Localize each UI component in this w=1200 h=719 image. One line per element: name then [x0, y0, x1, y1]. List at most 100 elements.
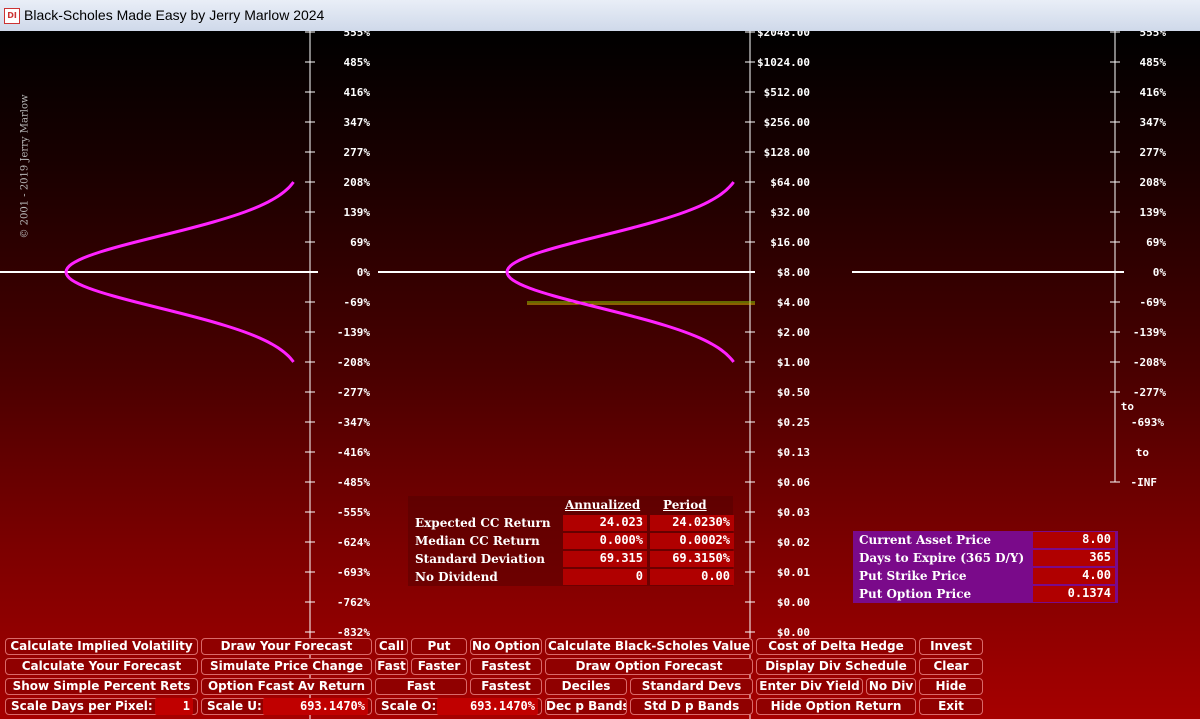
input-label-asset-price: Current Asset Price [859, 533, 992, 547]
input-label-option-price: Put Option Price [859, 587, 972, 601]
clear-button[interactable]: Clear [919, 658, 983, 675]
stat-label: Standard Deviation [415, 552, 545, 566]
option-fast-button[interactable]: Fast [375, 678, 467, 695]
middle-axis-tick-label: $2048.00 [757, 31, 810, 39]
deciles-button[interactable]: Deciles [545, 678, 627, 695]
right-axis-tick-label: to [1121, 400, 1135, 413]
dec-p-bands-button[interactable]: Dec p Bands [545, 698, 627, 715]
middle-axis-tick-label: $1.00 [777, 356, 810, 369]
col-header-period: Period [663, 498, 707, 512]
left-axis-tick-label: -485% [337, 476, 370, 489]
left-axis-tick-label: 485% [344, 56, 371, 69]
invest-button[interactable]: Invest [919, 638, 983, 655]
draw-option-forecast-button[interactable]: Draw Option Forecast [545, 658, 753, 675]
calculate-implied-volatility-button[interactable]: Calculate Implied Volatility [5, 638, 198, 655]
right-axis-tick-label: 347% [1140, 116, 1167, 129]
right-axis-tick-label: -69% [1140, 296, 1167, 309]
right-axis-tick-label: 277% [1140, 146, 1167, 159]
col-header-annualized: Annualized [565, 498, 641, 512]
left-axis-tick-label: -139% [337, 326, 370, 339]
right-axis-tick-label: -139% [1133, 326, 1166, 339]
distribution-chart: 555% 485% 416% 347% 277% 208% 139% 69% 0% -69% -13… [0, 31, 1167, 719]
stat-annualized-value: 0.000% [563, 533, 647, 549]
stat-label: Median CC Return [415, 534, 540, 548]
app-icon: DI [4, 8, 20, 24]
left-axis-tick-label: 69% [350, 236, 370, 249]
left-axis-tick-label: -208% [337, 356, 370, 369]
middle-axis-tick-label: $0.00 [777, 596, 810, 609]
scale-u-label: Scale U: [207, 699, 262, 713]
left-axis-tick-label: -69% [344, 296, 371, 309]
stat-annualized-value: 24.023 [563, 515, 647, 531]
middle-axis-tick-label: $0.01 [777, 566, 810, 579]
title-bar: DI Black-Scholes Made Easy by Jerry Marl… [0, 0, 1200, 32]
stat-period-value: 69.3150% [650, 551, 734, 567]
left-axis-tick-label: -347% [337, 416, 370, 429]
option-fastest-button[interactable]: Fastest [470, 678, 542, 695]
days-to-expire-field[interactable]: 365 [1033, 550, 1115, 566]
left-axis-tick-label: 277% [344, 146, 371, 159]
left-axis-tick-label: 208% [344, 176, 371, 189]
input-panel: Current Asset Price 8.00 Days to Expire … [853, 531, 1118, 603]
forecast-canvas: © 2001 - 2019 Jerry Marlow 555% 485% 416% 3… [0, 31, 1200, 719]
no-div-button[interactable]: No Div [866, 678, 916, 695]
left-axis-tick-label: -762% [337, 596, 370, 609]
right-axis-tick-label: 555% [1140, 31, 1167, 39]
right-axis-tick-label: 416% [1140, 86, 1167, 99]
left-axis-tick-label: -277% [337, 386, 370, 399]
middle-axis-tick-label: $0.25 [777, 416, 810, 429]
draw-your-forecast-button[interactable]: Draw Your Forecast [201, 638, 372, 655]
stat-label: No Dividend [415, 570, 498, 584]
asset-price-field[interactable]: 8.00 [1033, 532, 1115, 548]
right-axis-tick-label: 0% [1153, 266, 1167, 279]
display-div-schedule-button[interactable]: Display Div Schedule [756, 658, 916, 675]
no-option-button[interactable]: No Option [470, 638, 542, 655]
calculate-black-scholes-button[interactable]: Calculate Black-Scholes Value [545, 638, 753, 655]
middle-axis-tick-label: $8.00 [777, 266, 810, 279]
simulate-price-change-button[interactable]: Simulate Price Change [201, 658, 372, 675]
standard-devs-button[interactable]: Standard Devs [630, 678, 753, 695]
input-label-strike-price: Put Strike Price [859, 569, 967, 583]
right-axis-tick-label: -208% [1133, 356, 1166, 369]
scale-u-value[interactable]: 693.1470% [263, 698, 368, 715]
exit-button[interactable]: Exit [919, 698, 983, 715]
simulate-fastest-button[interactable]: Fastest [470, 658, 542, 675]
middle-axis-tick-label: $4.00 [777, 296, 810, 309]
left-axis-tick-label: -416% [337, 446, 370, 459]
cost-of-delta-hedge-button[interactable]: Cost of Delta Hedge [756, 638, 916, 655]
option-price-field[interactable]: 0.1374 [1033, 586, 1115, 602]
scale-days-label: Scale Days per Pixel: [11, 699, 153, 713]
hide-option-return-button[interactable]: Hide Option Return [756, 698, 916, 715]
scale-days-value[interactable]: 1 [155, 698, 193, 715]
left-axis-tick-label: 347% [344, 116, 371, 129]
enter-div-yield-button[interactable]: Enter Div Yield [756, 678, 863, 695]
stat-label: Expected CC Return [415, 516, 551, 530]
left-axis-tick-label: -555% [337, 506, 370, 519]
left-axis-tick-label: 139% [344, 206, 371, 219]
middle-axis-tick-label: $16.00 [770, 236, 810, 249]
right-axis-tick-label: -INF [1131, 476, 1158, 489]
left-axis-tick-label: -624% [337, 536, 370, 549]
hide-button[interactable]: Hide [919, 678, 983, 695]
strike-price-field[interactable]: 4.00 [1033, 568, 1115, 584]
left-axis-tick-label: -693% [337, 566, 370, 579]
middle-axis-tick-label: $1024.00 [757, 56, 810, 69]
scale-o-value[interactable]: 693.1470% [437, 698, 538, 715]
window-title: Black-Scholes Made Easy by Jerry Marlow … [24, 7, 325, 23]
middle-axis-tick-label: $256.00 [764, 116, 810, 129]
std-d-p-bands-button[interactable]: Std D p Bands [630, 698, 753, 715]
show-simple-percent-rets-button[interactable]: Show Simple Percent Rets [5, 678, 198, 695]
calculate-your-forecast-button[interactable]: Calculate Your Forecast [5, 658, 198, 675]
right-axis-tick-label: to [1136, 446, 1150, 459]
simulate-faster-button[interactable]: Faster [411, 658, 467, 675]
simulate-fast-button[interactable]: Fast [375, 658, 408, 675]
right-axis-tick-label: 69% [1146, 236, 1166, 249]
call-button[interactable]: Call [375, 638, 408, 655]
put-button[interactable]: Put [411, 638, 467, 655]
right-axis-tick-label: -693% [1131, 416, 1164, 429]
input-label-days-to-expire: Days to Expire (365 D/Y) [859, 551, 1025, 565]
middle-axis-tick-label: $2.00 [777, 326, 810, 339]
option-fcast-av-return-button[interactable]: Option Fcast Av Return [201, 678, 372, 695]
middle-axis-tick-label: $32.00 [770, 206, 810, 219]
stat-period-value: 0.0002% [650, 533, 734, 549]
